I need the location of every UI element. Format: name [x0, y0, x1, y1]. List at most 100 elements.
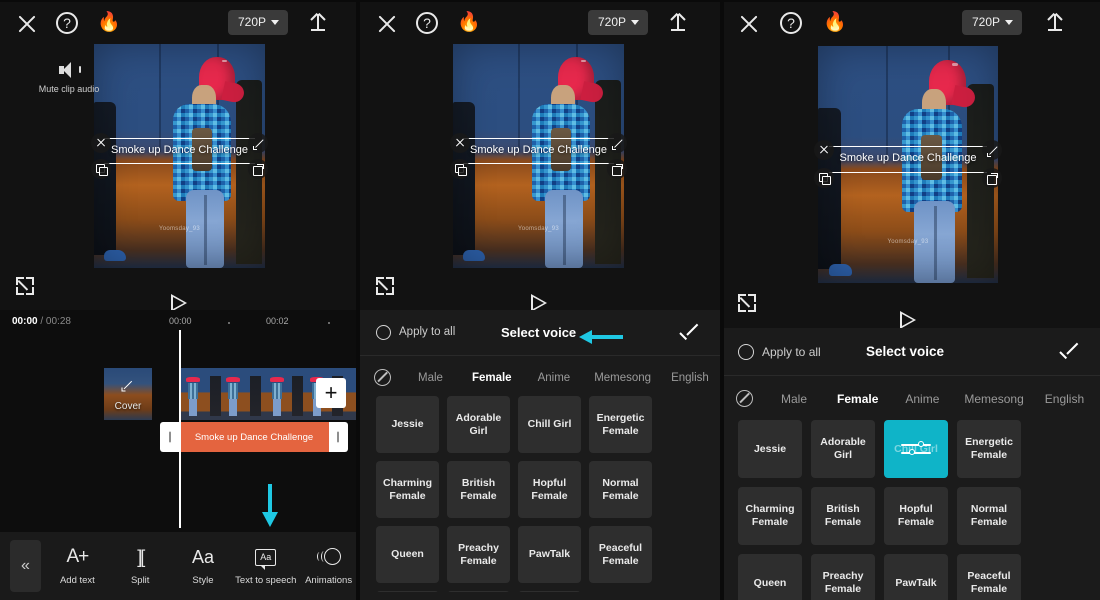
- resize-overlay-handle[interactable]: [982, 168, 1002, 188]
- voice-cell[interactable]: Jessie: [738, 420, 802, 478]
- copy-overlay-handle[interactable]: [814, 168, 834, 188]
- copy-overlay-handle[interactable]: [450, 159, 470, 179]
- tool-label: Text to speech: [235, 575, 296, 586]
- collapse-toolbar-button[interactable]: «: [10, 540, 41, 592]
- fullscreen-icon[interactable]: [738, 294, 756, 312]
- voice-cell[interactable]: Preachy Female: [447, 526, 510, 583]
- voice-cell[interactable]: Chill Girl: [518, 396, 581, 453]
- flame-icon[interactable]: 🔥: [457, 13, 481, 32]
- resize-overlay-handle[interactable]: [248, 159, 268, 179]
- voice-cell[interactable]: Hopful Female: [884, 487, 948, 545]
- close-icon[interactable]: [376, 13, 398, 35]
- tab-anime[interactable]: Anime: [905, 392, 939, 406]
- voice-category-tabs: Male Female Anime Memesong English: [374, 369, 716, 386]
- tab-male[interactable]: Male: [781, 392, 807, 406]
- sliders-icon: [901, 440, 931, 458]
- help-icon[interactable]: ?: [780, 12, 802, 34]
- text-clip[interactable]: Smoke up Dance Challenge: [160, 422, 348, 452]
- no-voice-icon[interactable]: [374, 369, 391, 386]
- edit-overlay-handle[interactable]: [248, 133, 268, 153]
- delete-overlay-handle[interactable]: [450, 133, 470, 153]
- resolution-selector[interactable]: 720P: [962, 10, 1022, 35]
- playhead[interactable]: [179, 330, 181, 528]
- apply-to-all-label[interactable]: Apply to all: [762, 345, 821, 359]
- video-preview[interactable]: Yoomsday_93 Smoke up Dance Challenge: [818, 46, 998, 283]
- tool-text-to-speech[interactable]: Aa Text to speech: [234, 532, 297, 600]
- edit-overlay-handle[interactable]: [607, 133, 627, 153]
- voice-cell[interactable]: Energetic Female: [957, 420, 1021, 478]
- resolution-selector[interactable]: 720P: [588, 10, 648, 35]
- help-icon[interactable]: ?: [56, 12, 78, 34]
- annotation-arrow-down: [262, 484, 278, 528]
- voice-panel-title: Select voice: [866, 344, 944, 359]
- copy-overlay-handle[interactable]: [91, 159, 111, 179]
- edit-overlay-handle[interactable]: [982, 140, 1002, 160]
- voice-cell[interactable]: British Female: [447, 461, 510, 518]
- voice-cell[interactable]: Normal Female: [589, 461, 652, 518]
- apply-to-all-radio[interactable]: [376, 325, 391, 340]
- upload-icon[interactable]: [307, 12, 329, 34]
- delete-overlay-handle[interactable]: [814, 140, 834, 160]
- fullscreen-icon[interactable]: [16, 277, 34, 295]
- voice-cell[interactable]: Normal Female: [957, 487, 1021, 545]
- video-preview[interactable]: Yoomsday_93 Smoke up Dance Challenge: [94, 44, 265, 268]
- voice-cell[interactable]: British Female: [811, 487, 875, 545]
- help-icon[interactable]: ?: [416, 12, 438, 34]
- voice-cell[interactable]: Queen: [376, 526, 439, 583]
- close-icon[interactable]: [16, 13, 38, 35]
- voice-panel-header: Apply to all Select voice: [720, 328, 1100, 376]
- voice-cell[interactable]: Jessie: [376, 396, 439, 453]
- add-clip-button[interactable]: +: [316, 378, 346, 408]
- voice-cell[interactable]: Peaceful Female: [957, 554, 1021, 600]
- apply-to-all-radio[interactable]: [738, 344, 754, 360]
- tab-english[interactable]: English: [671, 372, 709, 384]
- voice-cell-selected[interactable]: Chill Girl: [884, 420, 948, 478]
- tool-style[interactable]: Aa Style: [172, 532, 235, 600]
- tab-male[interactable]: Male: [418, 372, 443, 384]
- voice-cell[interactable]: Charming Female: [738, 487, 802, 545]
- flame-icon[interactable]: 🔥: [823, 13, 847, 32]
- resolution-value: 720P: [598, 15, 626, 29]
- confirm-icon[interactable]: [680, 327, 700, 340]
- fullscreen-icon[interactable]: [376, 277, 394, 295]
- resize-overlay-handle[interactable]: [607, 159, 627, 179]
- chevron-down-icon: [631, 20, 639, 25]
- close-icon[interactable]: [738, 13, 760, 35]
- tool-add-text[interactable]: A+ Add text: [46, 532, 109, 600]
- timeline-ruler[interactable]: 00:00 00:02: [0, 316, 360, 330]
- tool-animations[interactable]: Animations: [297, 532, 360, 600]
- upload-icon[interactable]: [667, 12, 689, 34]
- tab-memesong[interactable]: Memesong: [594, 372, 651, 384]
- voice-cell[interactable]: Peaceful Female: [589, 526, 652, 583]
- voice-cell[interactable]: PawTalk: [884, 554, 948, 600]
- apply-to-all-label[interactable]: Apply to all: [399, 326, 455, 338]
- video-preview[interactable]: Yoomsday_93 Smoke up Dance Challenge: [453, 44, 624, 268]
- panel-voice-selected: ? 🔥 720P: [720, 0, 1100, 600]
- voice-cell[interactable]: Energetic Female: [589, 396, 652, 453]
- voice-cell[interactable]: Preachy Female: [811, 554, 875, 600]
- flame-icon[interactable]: 🔥: [97, 13, 121, 32]
- tab-female[interactable]: Female: [472, 372, 512, 384]
- player-bar: [720, 285, 1100, 321]
- tab-memesong[interactable]: Memesong: [964, 392, 1023, 406]
- cover-thumbnail[interactable]: Cover: [104, 368, 152, 420]
- voice-cell[interactable]: Adorable Girl: [811, 420, 875, 478]
- resolution-value: 720P: [238, 15, 266, 29]
- voice-cell[interactable]: Queen: [738, 554, 802, 600]
- resolution-selector[interactable]: 720P: [228, 10, 288, 35]
- voice-cell[interactable]: Adorable Girl: [447, 396, 510, 453]
- confirm-icon[interactable]: [1060, 346, 1080, 359]
- mute-clip-audio-button[interactable]: Mute clip audio: [38, 62, 100, 94]
- upload-icon[interactable]: [1044, 12, 1066, 34]
- no-voice-icon[interactable]: [736, 390, 753, 407]
- voice-cell[interactable]: Charming Female: [376, 461, 439, 518]
- panel-bottom-edge: [360, 592, 720, 600]
- tab-english[interactable]: English: [1045, 392, 1084, 406]
- tool-split[interactable]: ][ Split: [109, 532, 172, 600]
- tab-female[interactable]: Female: [837, 392, 878, 406]
- tab-anime[interactable]: Anime: [538, 372, 571, 384]
- voice-cell[interactable]: Hopful Female: [518, 461, 581, 518]
- delete-overlay-handle[interactable]: [91, 133, 111, 153]
- voice-cell[interactable]: PawTalk: [518, 526, 581, 583]
- player-bar: ✦: [0, 268, 360, 304]
